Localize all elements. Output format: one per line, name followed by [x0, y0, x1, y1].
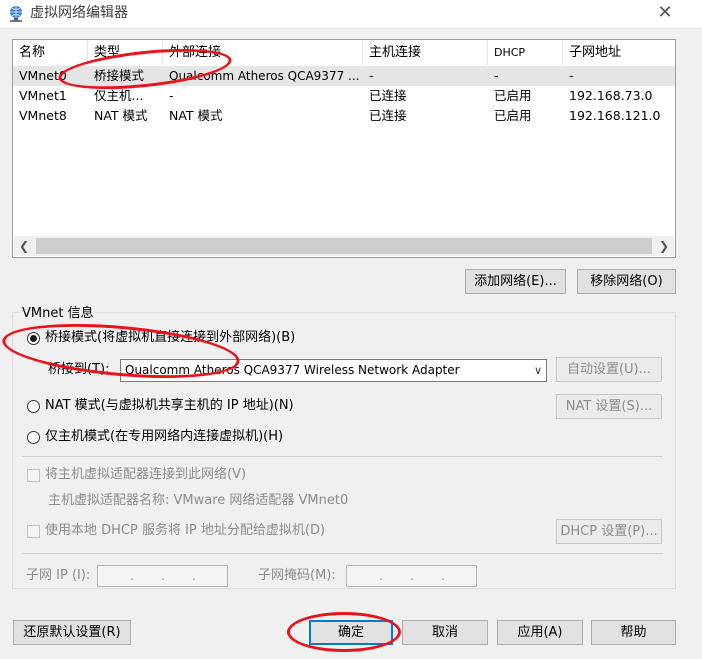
horizontal-scrollbar[interactable]: ❮ ❯ [14, 236, 674, 256]
bridge-adapter-select[interactable]: Qualcomm Atheros QCA9377 Wireless Networ… [120, 359, 547, 382]
subnet-mask-label: 子网掩码(M): [258, 568, 336, 583]
remove-network-button[interactable]: 移除网络(O) [577, 269, 676, 294]
scroll-right-icon[interactable]: ❯ [654, 236, 674, 256]
ip-dot: . [441, 569, 445, 583]
scroll-left-icon[interactable]: ❮ [14, 236, 34, 256]
auto-settings-button[interactable]: 自动设置(U)... [556, 357, 662, 382]
nat-settings-button[interactable]: NAT 设置(S)... [556, 394, 662, 419]
table-cell: 桥接模式 [94, 68, 145, 83]
table-cell: 192.168.121.0 [569, 108, 661, 123]
ip-dot: . [379, 569, 383, 583]
table-cell: VMnet1 [19, 88, 67, 103]
host-only-radio[interactable] [27, 431, 40, 444]
table-cell: 已启用 [494, 108, 532, 123]
vmnet-info-group [12, 312, 676, 589]
separator [22, 456, 663, 457]
bridge-mode-radio[interactable] [27, 332, 40, 345]
scrollbar-thumb[interactable] [36, 238, 652, 254]
connect-adapter-checkbox[interactable] [27, 469, 40, 482]
network-globe-icon [10, 6, 22, 22]
network-list[interactable]: 名称 类型 外部连接 主机连接 DHCP 子网地址 VMnet0 桥接模式 Qu… [12, 39, 676, 258]
table-cell: 仅主机... [94, 88, 144, 103]
column-header-subnet[interactable]: 子网地址 [563, 40, 675, 65]
subnet-ip-input[interactable]: . . . [97, 565, 228, 587]
table-cell: NAT 模式 [94, 108, 148, 123]
table-cell: 已连接 [369, 88, 407, 103]
use-dhcp-label[interactable]: 使用本地 DHCP 服务将 IP 地址分配给虚拟机(D) [45, 522, 325, 540]
help-button[interactable]: 帮助 [591, 620, 676, 645]
ip-dot: . [410, 569, 414, 583]
use-dhcp-checkbox[interactable] [27, 525, 40, 538]
column-header-host[interactable]: 主机连接 [363, 40, 488, 65]
column-header-type[interactable]: 类型 [88, 40, 163, 65]
table-cell: NAT 模式 [169, 108, 223, 123]
close-icon[interactable]: ✕ [652, 2, 678, 24]
table-row-vmnet1[interactable]: VMnet1 仅主机... - 已连接 已启用 192.168.73.0 [13, 86, 675, 106]
add-network-button[interactable]: 添加网络(E)... [465, 269, 566, 294]
host-only-label[interactable]: 仅主机模式(在专用网络内连接虚拟机)(H) [45, 428, 283, 446]
table-cell: Qualcomm Atheros QCA9377 ... [169, 69, 359, 83]
column-header-external[interactable]: 外部连接 [163, 40, 363, 65]
nat-mode-label[interactable]: NAT 模式(与虚拟机共享主机的 IP 地址)(N) [45, 397, 294, 415]
cancel-button[interactable]: 取消 [402, 620, 488, 645]
bridge-adapter-value: Qualcomm Atheros QCA9377 Wireless Networ… [125, 363, 460, 377]
column-header-name[interactable]: 名称 [13, 40, 88, 65]
column-header-dhcp[interactable]: DHCP [488, 40, 563, 65]
dhcp-settings-button[interactable]: DHCP 设置(P)... [556, 519, 662, 544]
table-cell: - [569, 68, 574, 83]
table-row-vmnet8[interactable]: VMnet8 NAT 模式 NAT 模式 已连接 已启用 192.168.121… [13, 106, 675, 126]
bridge-to-label: 桥接到(T): [48, 362, 110, 377]
apply-button[interactable]: 应用(A) [497, 620, 583, 645]
table-cell: - [169, 88, 174, 103]
connect-adapter-label[interactable]: 将主机虚拟适配器连接到此网络(V) [45, 466, 246, 484]
subnet-mask-input[interactable]: . . . [346, 565, 477, 587]
table-cell: 192.168.73.0 [569, 88, 653, 103]
table-cell: VMnet8 [19, 108, 67, 123]
bridge-mode-label[interactable]: 桥接模式(将虚拟机直接连接到外部网络)(B) [45, 329, 295, 347]
window-title: 虚拟网络编辑器 [30, 5, 128, 21]
table-cell: VMnet0 [19, 68, 67, 83]
ip-dot: . [161, 569, 165, 583]
ip-dot: . [192, 569, 196, 583]
subnet-ip-label: 子网 IP (I): [26, 568, 91, 583]
table-cell: 已启用 [494, 88, 532, 103]
ok-button[interactable]: 确定 [309, 620, 393, 645]
table-cell: - [369, 68, 374, 83]
table-cell: - [494, 68, 499, 83]
table-row-vmnet0[interactable]: VMnet0 桥接模式 Qualcomm Atheros QCA9377 ...… [13, 66, 675, 86]
vmnet-info-label: VMnet 信息 [20, 302, 96, 321]
restore-defaults-button[interactable]: 还原默认设置(R) [13, 620, 131, 645]
table-cell: 已连接 [369, 108, 407, 123]
title-bar: 虚拟网络编辑器 ✕ [0, 0, 702, 29]
chevron-down-icon[interactable]: ∨ [534, 360, 542, 381]
adapter-name-text: 主机虚拟适配器名称: VMware 网络适配器 VMnet0 [48, 493, 349, 508]
ip-dot: . [130, 569, 134, 583]
nat-mode-radio[interactable] [27, 400, 40, 413]
separator [22, 553, 663, 554]
